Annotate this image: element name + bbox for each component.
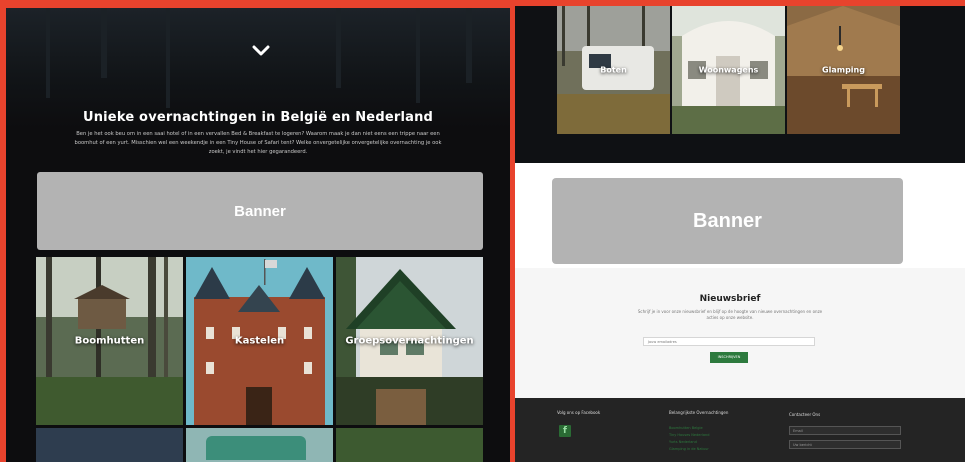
page-heading: Unieke overnachtingen in België en Neder…: [82, 110, 434, 125]
banner-placeholder: Banner: [37, 172, 483, 250]
footer-overnachtingen-title: Belangrijkste Overnachtingen: [669, 410, 729, 415]
category-tile-glamping[interactable]: Glamping: [787, 6, 900, 134]
category-tile-partial[interactable]: [336, 428, 483, 462]
category-tile-woonwagens[interactable]: Woonwagens: [672, 6, 785, 134]
tile-label: Kastelen: [234, 335, 285, 347]
footer-link[interactable]: Yurts Nederland: [669, 440, 697, 444]
newsletter-subscribe-button[interactable]: INSCHRIJVEN: [710, 352, 748, 363]
footer-message-input[interactable]: Uw bericht: [789, 440, 901, 449]
category-tile-boomhutten[interactable]: Boomhutten: [36, 257, 183, 425]
tile-label: Boomhutten: [74, 335, 145, 347]
banner-placeholder: Banner: [552, 178, 903, 264]
newsletter-title: Nieuwsbrief: [699, 294, 761, 304]
facebook-icon[interactable]: f: [559, 425, 571, 437]
category-tile-groepsovernachtingen[interactable]: Groepsovernachtingen: [336, 257, 483, 425]
footer-facebook-title: Volg ons op Facebook: [557, 410, 601, 415]
footer-link[interactable]: Boomhutten Belgie: [669, 426, 703, 430]
category-tile-partial[interactable]: [186, 428, 333, 462]
tile-label: Groepsovernachtingen: [345, 335, 474, 347]
tile-label: Boten: [600, 65, 627, 75]
left-screenshot-panel: Unieke overnachtingen in België en Neder…: [6, 8, 510, 462]
right-screenshot-panel: Boten Woonwagens Glamping Banner Nieuwsb…: [515, 6, 965, 462]
category-tile-kastelen[interactable]: Kastelen: [186, 257, 333, 425]
category-tile-partial[interactable]: [36, 428, 183, 462]
chevron-down-icon[interactable]: [250, 40, 272, 62]
intro-text: Ben je het ook beu om in een saai hotel …: [74, 131, 442, 155]
footer-link[interactable]: Tiny Houses Nederland: [669, 433, 709, 437]
tile-label: Glamping: [822, 65, 865, 75]
category-tile-boten[interactable]: Boten: [557, 6, 670, 134]
footer-email-input[interactable]: Email: [789, 426, 901, 435]
footer-contact-title: Contacteer Ons: [789, 412, 821, 417]
tile-label: Woonwagens: [698, 65, 759, 75]
newsletter-email-input[interactable]: Jouw emailadres: [643, 337, 815, 346]
newsletter-section: [515, 268, 965, 398]
newsletter-description: Schrijf je in voor onze nieuwsbrief en b…: [637, 309, 823, 320]
footer-link[interactable]: Glamping in de Natuur: [669, 447, 709, 451]
